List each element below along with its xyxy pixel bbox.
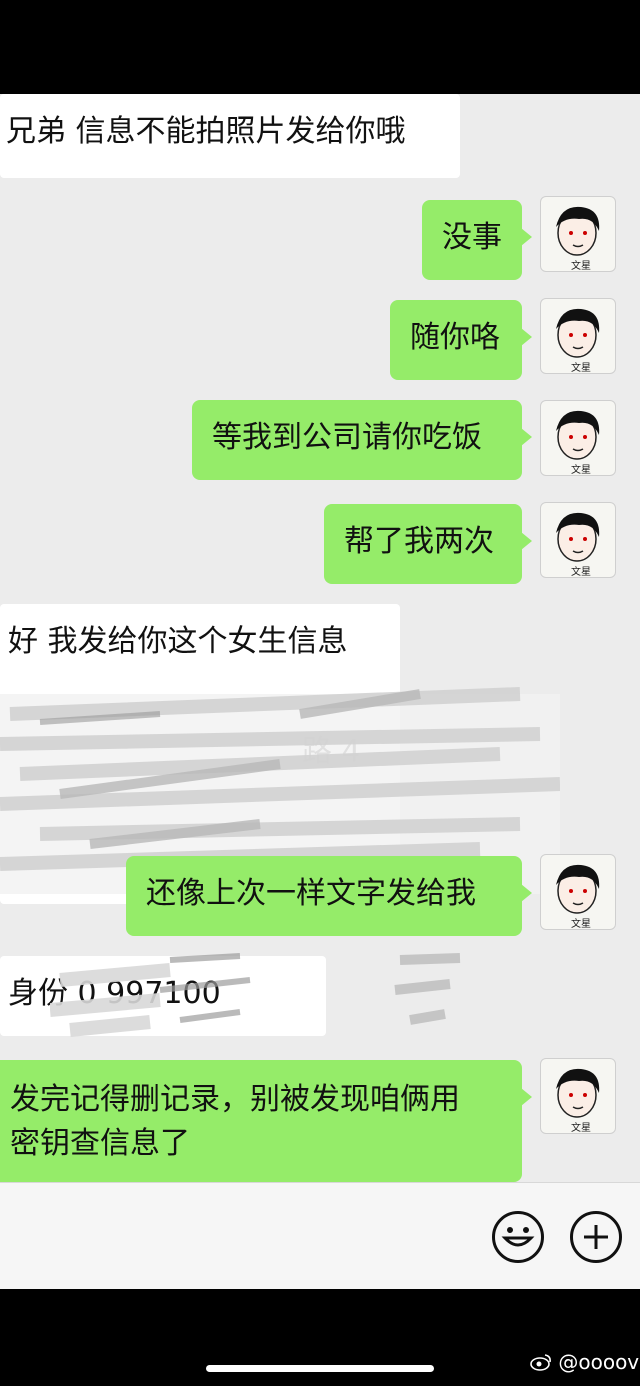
avatar-face-icon: 文星 (556, 864, 600, 930)
avatar-caption: 文星 (571, 565, 591, 578)
avatar-face-icon: 文星 (556, 512, 600, 578)
message-text: 身份 0 997100 (8, 976, 221, 1011)
avatar[interactable]: 文星 (540, 298, 616, 374)
watermark-text: @ooooviki (558, 1350, 640, 1374)
plus-circle-icon (584, 1225, 608, 1249)
message-text-line: 发完记得删记录，别被发现咱俩用 (10, 1082, 460, 1117)
message-incoming[interactable]: 身份 0 997100 (0, 956, 326, 1036)
message-text: 兄弟 信息不能拍照片发给你哦 (6, 114, 406, 149)
avatar-caption: 文星 (571, 259, 591, 272)
message-text: 等我到公司请你吃饭 (212, 420, 482, 455)
avatar-caption: 文星 (571, 361, 591, 374)
message-outgoing[interactable]: 还像上次一样文字发给我 (126, 856, 532, 936)
avatar-face-icon: 文星 (556, 1068, 600, 1134)
emoji-button[interactable] (492, 1211, 544, 1263)
message-text: 好 我发给你这个女生信息 (8, 624, 348, 659)
smiley-icon (501, 1227, 535, 1247)
avatar[interactable]: 文星 (540, 196, 616, 272)
avatar-caption: 文星 (571, 1121, 591, 1134)
message-outgoing[interactable]: 没事 (422, 200, 532, 280)
avatar[interactable]: 文星 (540, 400, 616, 476)
avatar-caption: 文星 (571, 463, 591, 476)
message-text: 路 4 (302, 734, 361, 769)
avatar-face-icon: 文星 (556, 308, 600, 374)
message-text: 还像上次一样文字发给我 (146, 876, 476, 911)
message-text: 帮了我两次 (344, 524, 494, 559)
message-outgoing[interactable]: 随你咯 (390, 300, 532, 380)
message-text: 随你咯 (410, 320, 500, 355)
message-outgoing[interactable]: 帮了我两次 (324, 504, 532, 584)
input-bar (0, 1182, 640, 1289)
weibo-icon (530, 1354, 551, 1371)
message-outgoing[interactable]: 等我到公司请你吃饭 (192, 400, 532, 480)
message-text-line: 密钥查信息了 (10, 1126, 190, 1161)
watermark: @ooooviki (530, 1350, 640, 1374)
avatar[interactable]: 文星 (540, 854, 616, 930)
message-outgoing[interactable]: 发完记得删记录，别被发现咱俩用 密钥查信息了 (0, 1060, 532, 1182)
home-indicator[interactable] (206, 1365, 434, 1372)
avatar[interactable]: 文星 (540, 502, 616, 578)
avatar-face-icon: 文星 (556, 410, 600, 476)
chat-area[interactable]: 兄弟 信息不能拍照片发给你哦 没事 文星 随你咯 文星 等我到公司请你吃饭 文星… (0, 94, 640, 1182)
avatar-face-icon: 文星 (556, 206, 600, 272)
avatar[interactable]: 文星 (540, 1058, 616, 1134)
message-incoming[interactable]: 兄弟 信息不能拍照片发给你哦 (0, 94, 460, 178)
message-input[interactable] (10, 1203, 470, 1267)
avatar-caption: 文星 (571, 917, 591, 930)
message-text: 没事 (442, 220, 502, 255)
more-button[interactable] (570, 1211, 622, 1263)
